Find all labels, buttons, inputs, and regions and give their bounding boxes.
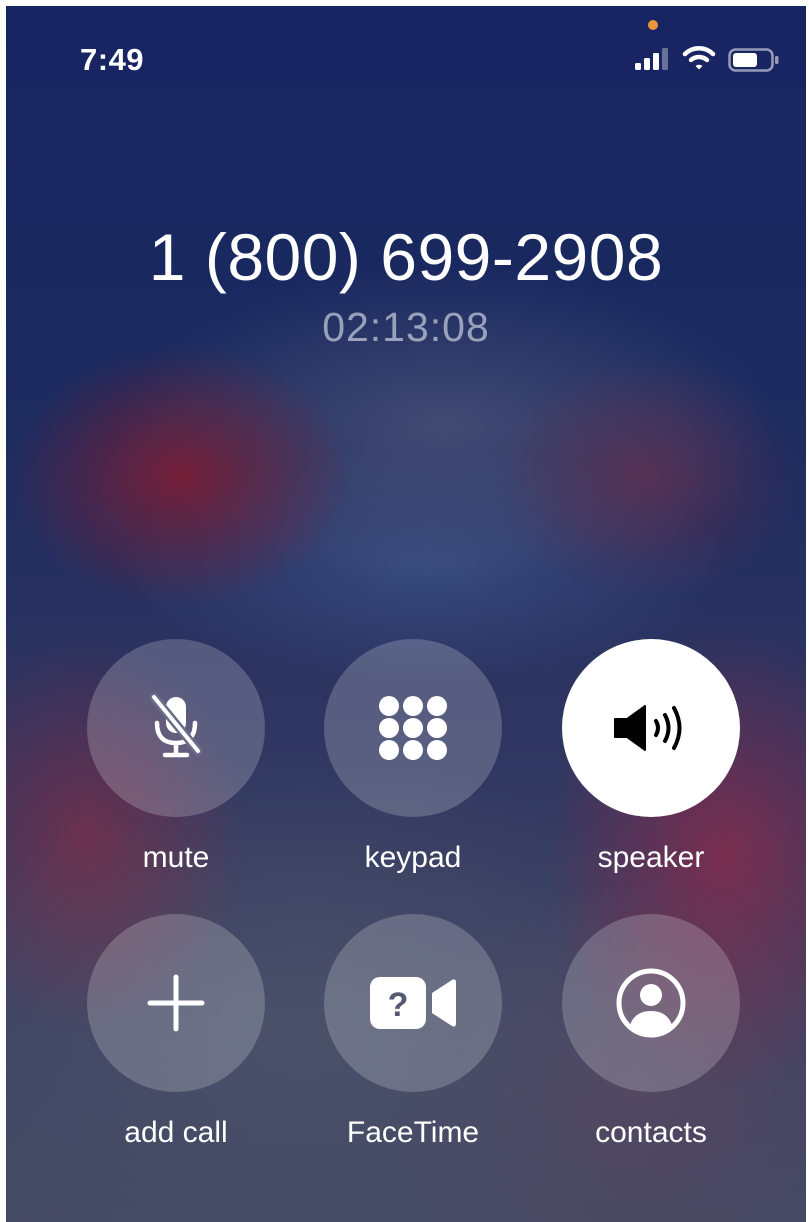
keypad-icon (379, 696, 447, 760)
svg-text:?: ? (388, 986, 409, 1024)
speaker-button[interactable] (562, 639, 740, 817)
call-duration: 02:13:08 (322, 304, 490, 350)
speaker-icon (614, 705, 682, 751)
microphone-in-use-indicator (648, 20, 658, 30)
contacts-control: contacts (562, 914, 740, 1150)
wifi-icon (682, 46, 716, 70)
caller-number: 1 (800) 699-2908 (148, 220, 664, 294)
facetime-unavailable-icon: ? (370, 977, 456, 1029)
facetime-label: FaceTime (346, 1116, 480, 1149)
mute-button[interactable] (87, 639, 265, 817)
mic-slash-icon (149, 692, 203, 758)
keypad-button[interactable] (324, 639, 502, 817)
add-call-control: add call (87, 914, 265, 1150)
speaker-control: speaker (562, 639, 740, 875)
keypad-control: keypad (324, 639, 502, 875)
add-call-button[interactable] (87, 914, 265, 1092)
contact-icon (616, 968, 686, 1038)
battery-icon (728, 48, 779, 72)
facetime-control: ? FaceTime (324, 914, 502, 1150)
contacts-button[interactable] (562, 914, 740, 1092)
status-bar: 7:49 (6, 6, 806, 106)
mute-label: mute (142, 841, 210, 874)
mute-control: mute (87, 639, 265, 875)
status-time: 7:49 (80, 42, 145, 77)
contacts-label: contacts (595, 1116, 707, 1149)
signal-icon (635, 48, 668, 70)
plus-icon (147, 974, 205, 1032)
keypad-label: keypad (364, 841, 462, 874)
add-call-label: add call (124, 1116, 228, 1149)
facetime-button[interactable]: ? (324, 914, 502, 1092)
call-screen: 7:49 1 (800) 699-2908 02:13:08 mute keyp… (6, 6, 806, 1222)
speaker-label: speaker (597, 841, 705, 874)
